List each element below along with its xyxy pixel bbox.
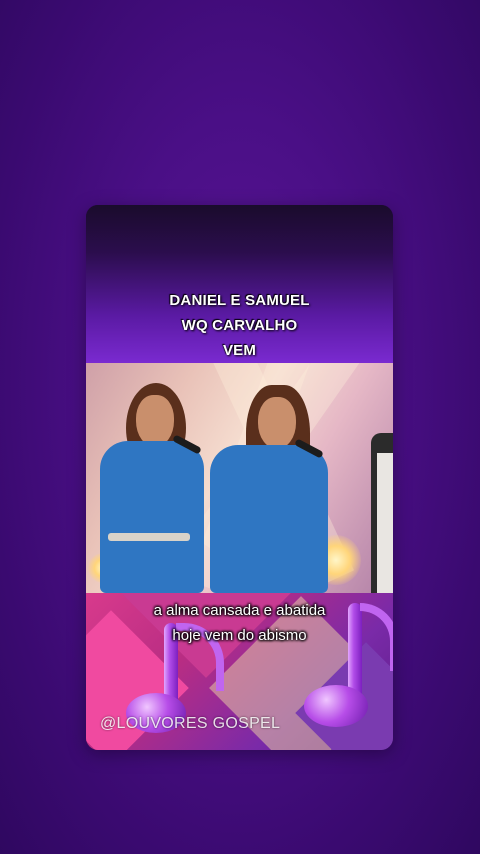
- subtitle-line-2: hoje vem do abismo: [172, 627, 307, 644]
- video-frame-singers: [86, 363, 393, 593]
- video-card[interactable]: DANIEL E SAMUEL WQ CARVALHO VEM a alma c…: [86, 205, 393, 750]
- watermark: @LOUVORES GOSPEL: [100, 715, 281, 732]
- title-line-2: WQ CARVALHO: [181, 317, 298, 334]
- subtitle-line-1: a alma cansada e abatida: [153, 602, 326, 619]
- video-header: DANIEL E SAMUEL WQ CARVALHO VEM: [86, 205, 393, 363]
- title-line-3: VEM: [222, 342, 257, 359]
- title-line-1: DANIEL E SAMUEL: [169, 292, 310, 309]
